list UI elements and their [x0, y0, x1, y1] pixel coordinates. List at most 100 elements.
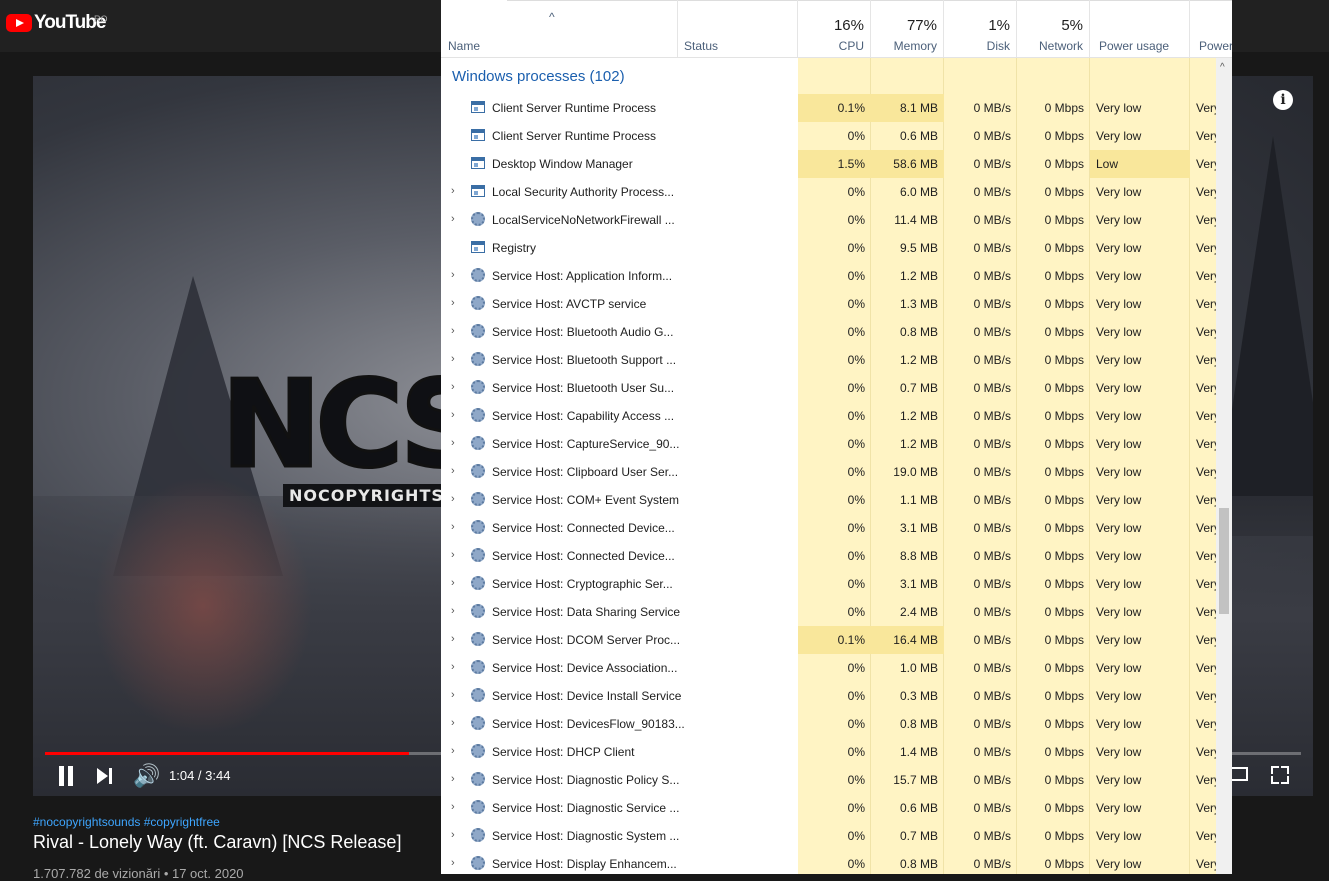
chevron-right-icon[interactable]: › — [451, 521, 455, 533]
process-row[interactable]: Desktop Window Manager 1.5% 58.6 MB 0 MB/s 0… — [441, 150, 1216, 178]
process-name: Service Host: DevicesFlow_90183... — [492, 717, 685, 731]
memory-value: 8.1 MB — [899, 101, 938, 115]
process-row[interactable]: › Service Host: DCOM Server Proc... 0.1% 16… — [441, 626, 1216, 654]
column-header-power-usage[interactable]: Power usage — [1090, 0, 1190, 57]
chevron-right-icon[interactable]: › — [451, 297, 455, 309]
fullscreen-icon[interactable] — [1271, 766, 1289, 784]
disk-value: 0 MB/s — [973, 605, 1011, 619]
process-row[interactable]: › LocalServiceNoNetworkFirewall ... 0% 11.4… — [441, 206, 1216, 234]
process-row[interactable]: › Service Host: CaptureService_90... 0% 1.2… — [441, 430, 1216, 458]
column-header-status[interactable]: Status — [678, 0, 798, 57]
info-icon[interactable]: i — [1273, 90, 1293, 110]
chevron-right-icon[interactable]: › — [451, 185, 455, 197]
chevron-right-icon[interactable]: › — [451, 325, 455, 337]
chevron-right-icon[interactable]: › — [451, 689, 455, 701]
chevron-right-icon[interactable]: › — [451, 745, 455, 757]
process-row[interactable]: › Service Host: AVCTP service 0% 1.3 MB 0 MB… — [441, 290, 1216, 318]
network-value: 0 Mbps — [1044, 213, 1084, 227]
miniplayer-icon[interactable] — [1230, 767, 1248, 781]
column-header-name[interactable]: ^ Name — [441, 0, 678, 57]
memory-value: 6.0 MB — [899, 185, 938, 199]
power-usage-value: Very low — [1096, 549, 1142, 563]
chevron-right-icon[interactable]: › — [451, 773, 455, 785]
process-row[interactable]: › Service Host: Device Install Service 0% 0… — [441, 682, 1216, 710]
process-row[interactable]: › Service Host: Device Association... 0% 1.… — [441, 654, 1216, 682]
chevron-right-icon[interactable]: › — [451, 381, 455, 393]
process-row[interactable]: Client Server Runtime Process 0.1% 8.1 MB 0… — [441, 94, 1216, 122]
power-trend-value: Very — [1196, 269, 1216, 283]
process-row[interactable]: › Local Security Authority Process... 0% 6.… — [441, 178, 1216, 206]
process-row[interactable]: › Service Host: Diagnostic System ... 0% 0.… — [441, 822, 1216, 850]
process-row[interactable]: › Service Host: DevicesFlow_90183... 0% 0.8… — [441, 710, 1216, 738]
chevron-right-icon[interactable]: › — [451, 801, 455, 813]
chevron-right-icon[interactable]: › — [451, 661, 455, 673]
chevron-right-icon[interactable]: › — [451, 409, 455, 421]
process-row[interactable]: › Service Host: Clipboard User Ser... 0% 19… — [441, 458, 1216, 486]
process-row[interactable]: › Service Host: Data Sharing Service 0% 2.4… — [441, 598, 1216, 626]
disk-value: 0 MB/s — [973, 857, 1011, 871]
chevron-right-icon[interactable]: › — [451, 857, 455, 869]
process-row[interactable]: Registry 0% 9.5 MB 0 MB/s 0 Mbps Very low Very — [441, 234, 1216, 262]
process-row[interactable]: › Service Host: Bluetooth Audio G... 0% 0.8… — [441, 318, 1216, 346]
chevron-right-icon[interactable]: › — [451, 549, 455, 561]
chevron-right-icon[interactable]: › — [451, 605, 455, 617]
power-usage-value: Very low — [1096, 437, 1142, 451]
chevron-right-icon[interactable]: › — [451, 577, 455, 589]
process-row[interactable]: › Service Host: Display Enhancem... 0% 0.8 … — [441, 850, 1216, 874]
group-windows-processes[interactable]: Windows processes (102) — [441, 58, 1216, 94]
process-row[interactable]: › Service Host: Application Inform... 0% 1.… — [441, 262, 1216, 290]
pause-icon[interactable] — [57, 766, 75, 786]
process-row[interactable]: › Service Host: COM+ Event System 0% 1.1 MB… — [441, 486, 1216, 514]
chevron-right-icon[interactable]: › — [451, 633, 455, 645]
power-trend-value: Very — [1196, 773, 1216, 787]
column-header-memory[interactable]: 77% Memory — [871, 0, 944, 57]
disk-value: 0 MB/s — [973, 745, 1011, 759]
cpu-value: 0% — [847, 521, 865, 535]
power-usage-value: Very low — [1096, 241, 1142, 255]
chevron-right-icon[interactable]: › — [451, 465, 455, 477]
process-row[interactable]: › Service Host: Connected Device... 0% 8.8 … — [441, 542, 1216, 570]
process-name: Client Server Runtime Process — [492, 129, 657, 143]
chevron-right-icon[interactable]: › — [451, 353, 455, 365]
column-header-cpu[interactable]: 16% CPU — [798, 0, 871, 57]
gear-icon — [471, 548, 485, 562]
chevron-right-icon[interactable]: › — [451, 213, 455, 225]
column-header-power-trend[interactable]: Power — [1190, 0, 1232, 57]
process-row[interactable]: › Service Host: Connected Device... 0% 3.1 … — [441, 514, 1216, 542]
process-row[interactable]: › Service Host: DHCP Client 0% 1.4 MB 0 MB/s… — [441, 738, 1216, 766]
process-row[interactable]: › Service Host: Cryptographic Ser... 0% 3.1… — [441, 570, 1216, 598]
process-row[interactable]: › Service Host: Bluetooth Support ... 0% 1.… — [441, 346, 1216, 374]
scroll-up-icon[interactable]: ^ — [1220, 62, 1225, 73]
disk-value: 0 MB/s — [973, 185, 1011, 199]
cpu-value: 0% — [847, 437, 865, 451]
process-row[interactable]: › Service Host: Diagnostic Service ... 0% 0… — [441, 794, 1216, 822]
power-trend-value: Very — [1196, 577, 1216, 591]
next-icon[interactable] — [97, 768, 113, 784]
vertical-scrollbar[interactable]: ^ — [1216, 58, 1232, 874]
chevron-right-icon[interactable]: › — [451, 717, 455, 729]
chevron-right-icon[interactable]: › — [451, 437, 455, 449]
cpu-value: 0% — [847, 325, 865, 339]
chevron-right-icon[interactable]: › — [451, 829, 455, 841]
process-row[interactable]: Client Server Runtime Process 0% 0.6 MB 0 M… — [441, 122, 1216, 150]
power-usage-value: Very low — [1096, 129, 1142, 143]
process-name: Service Host: AVCTP service — [492, 297, 647, 311]
column-header-network[interactable]: 5% Network — [1017, 0, 1090, 57]
process-row[interactable]: › Service Host: Bluetooth User Su... 0% 0.7… — [441, 374, 1216, 402]
video-hashtags[interactable]: #nocopyrightsounds #copyrightfree — [33, 815, 220, 829]
chevron-right-icon[interactable]: › — [451, 493, 455, 505]
chevron-right-icon[interactable]: › — [451, 269, 455, 281]
gear-icon — [471, 492, 485, 506]
scrollbar-thumb[interactable] — [1219, 508, 1229, 614]
gear-icon — [471, 772, 485, 786]
process-row[interactable]: › Service Host: Diagnostic Policy S... 0% 1… — [441, 766, 1216, 794]
gear-icon — [471, 352, 485, 366]
memory-value: 1.1 MB — [899, 493, 938, 507]
volume-icon[interactable]: 🔊 — [133, 764, 160, 788]
disk-value: 0 MB/s — [973, 353, 1011, 367]
power-usage-value: Very low — [1096, 773, 1142, 787]
column-header-disk[interactable]: 1% Disk — [944, 0, 1017, 57]
youtube-logo[interactable]: YouTube RO — [6, 12, 108, 34]
process-row[interactable]: › Service Host: Capability Access ... 0% 1.… — [441, 402, 1216, 430]
disk-value: 0 MB/s — [973, 101, 1011, 115]
